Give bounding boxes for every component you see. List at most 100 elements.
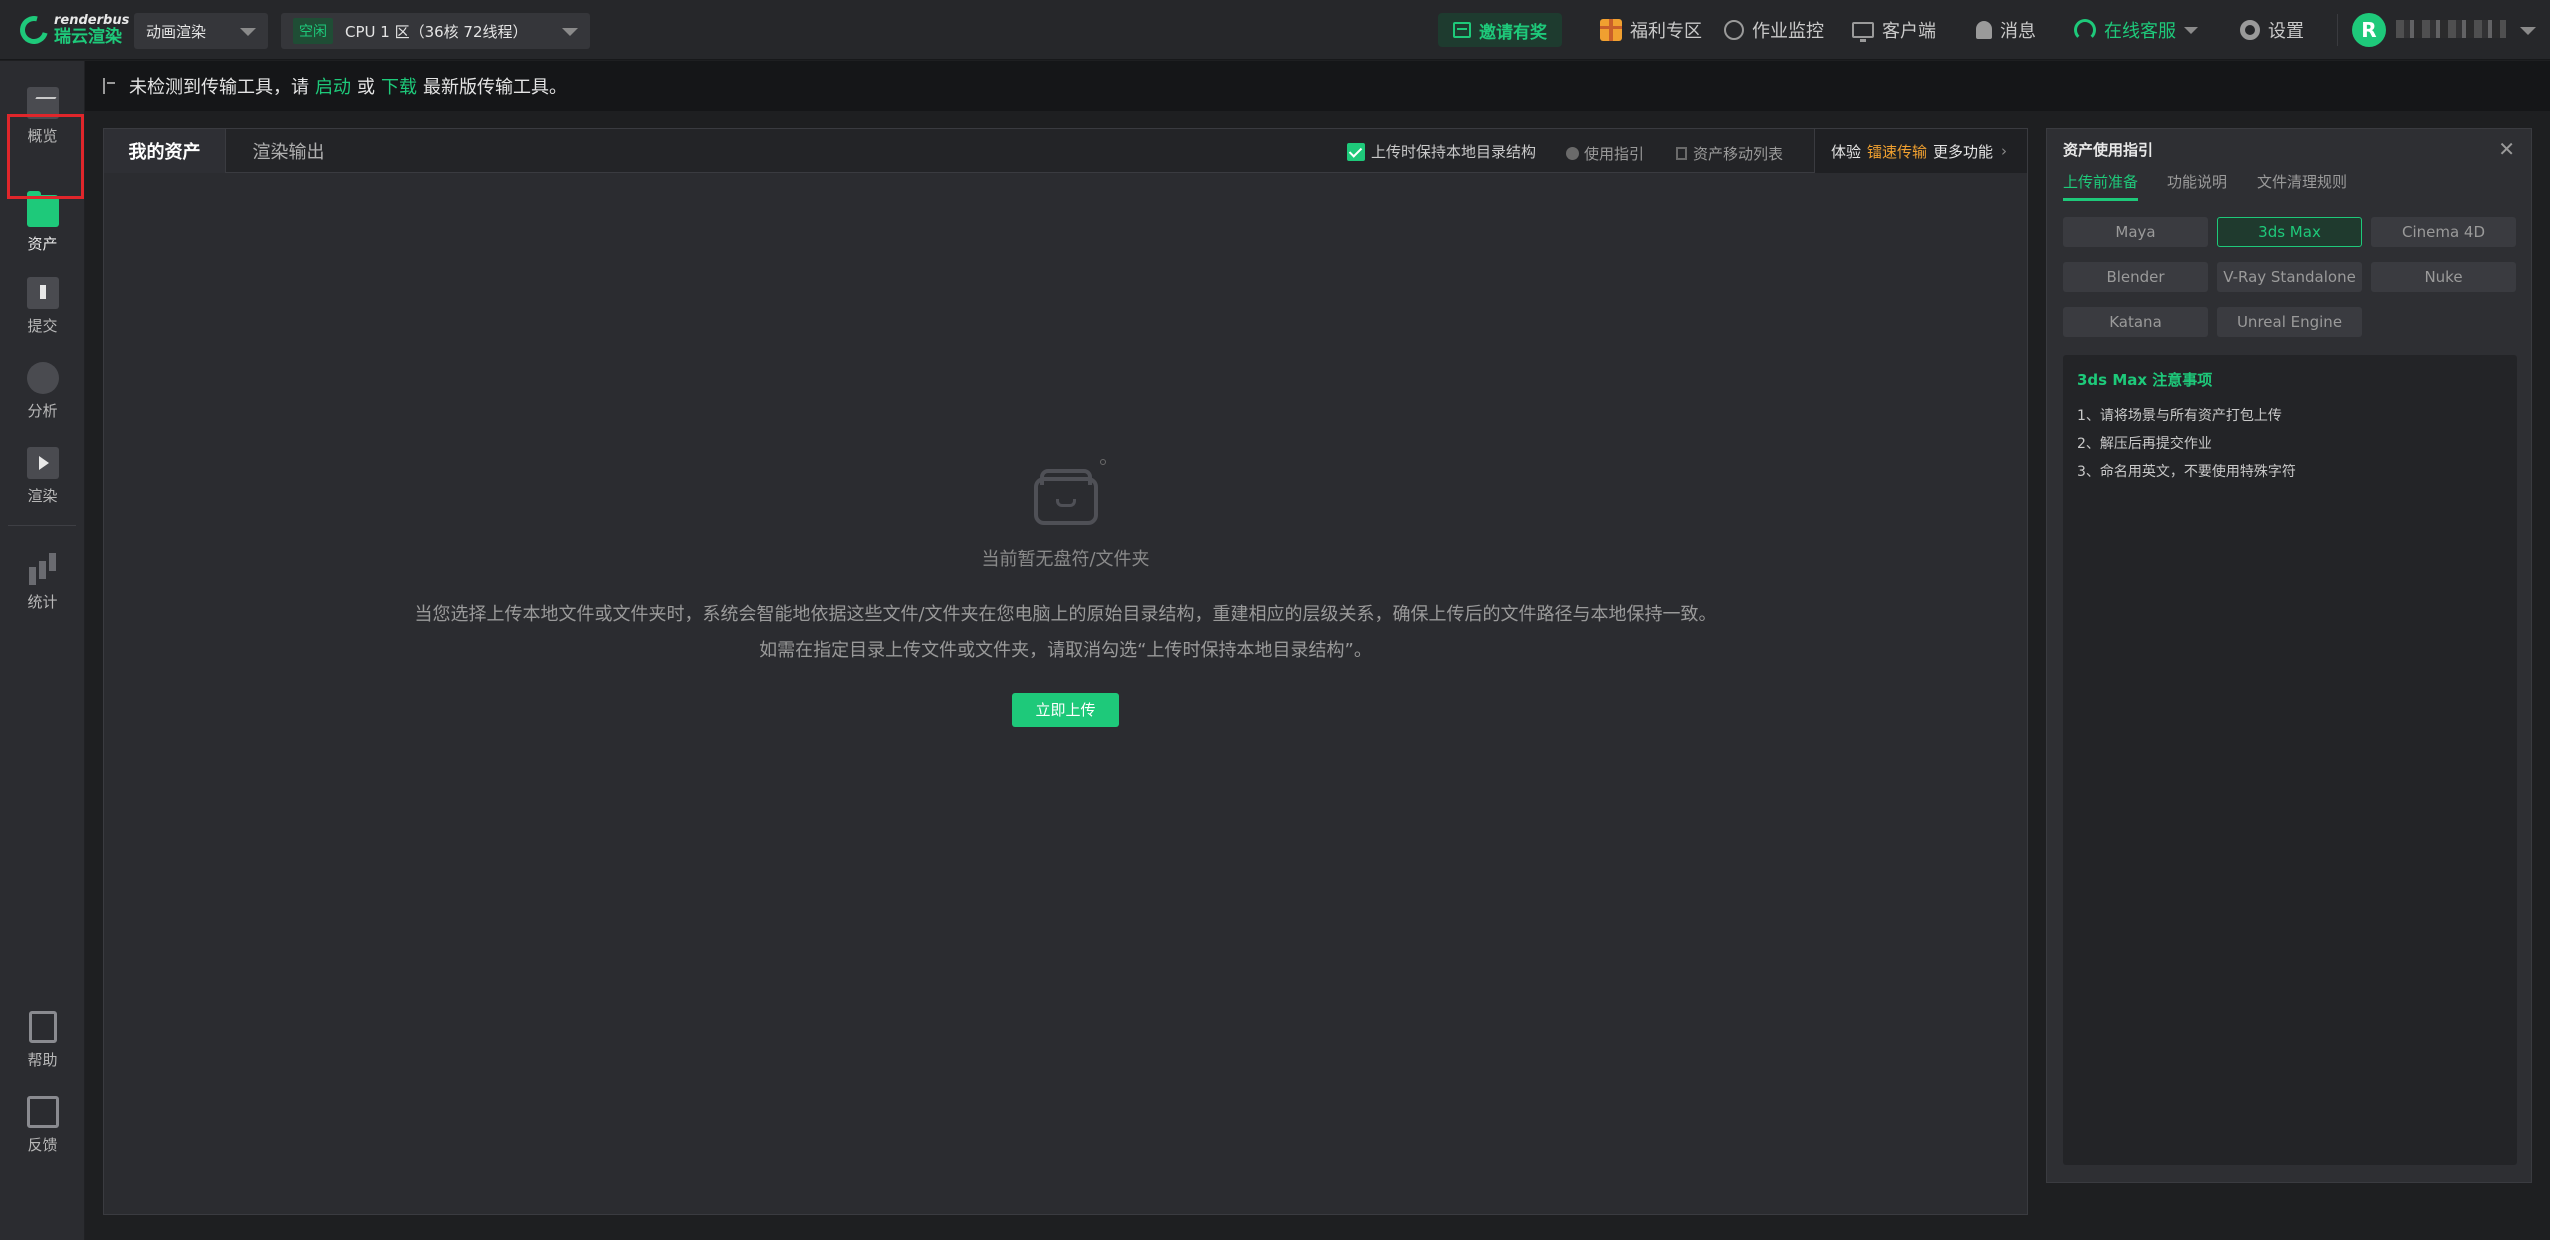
- logo-text-cn: 瑞云渲染: [54, 27, 122, 47]
- status-badge: 空闲: [293, 18, 333, 44]
- render-mode-value: 动画渲染: [146, 22, 207, 41]
- chevron-right-icon: ›: [2001, 142, 2008, 160]
- empty-desc-line-1: 当您选择上传本地文件或文件夹时，系统会智能地依据这些文件/文件夹在您电脑上的原始…: [414, 604, 1717, 625]
- sidebar-item-label: 分析: [27, 402, 58, 420]
- sidebar-item-submit[interactable]: 提交: [0, 277, 85, 336]
- sidebar-item-stats[interactable]: 统计: [0, 553, 85, 612]
- help-doc-icon: [28, 1011, 57, 1043]
- username-redacted[interactable]: [2396, 20, 2506, 38]
- notice-suffix: 最新版传输工具。: [423, 77, 567, 98]
- software-chip-3dsmax[interactable]: 3ds Max: [2217, 217, 2362, 247]
- asset-guide-panel: 资产使用指引 ✕ 上传前准备 功能说明 文件清理规则 Maya 3ds Max …: [2046, 128, 2532, 1183]
- software-chip-vray-standalone[interactable]: V-Ray Standalone: [2217, 262, 2362, 292]
- download-tool-link[interactable]: 下载: [381, 73, 417, 99]
- sidebar-item-label: 帮助: [27, 1051, 58, 1069]
- job-monitor-link[interactable]: 作业监控: [1724, 16, 1824, 44]
- notice-or: 或: [357, 77, 375, 98]
- try-prefix: 体验: [1831, 142, 1862, 161]
- usage-guide-label: 使用指引: [1584, 145, 1645, 163]
- empty-desc-line-2: 如需在指定目录上传文件或文件夹，请取消勾选“上传时保持本地目录结构”。: [759, 640, 1372, 661]
- asset-move-list-link[interactable]: 资产移动列表: [1676, 143, 1783, 164]
- usage-guide-link[interactable]: 使用指引: [1566, 143, 1644, 164]
- job-monitor-label: 作业监控: [1752, 21, 1824, 42]
- empty-state: 当前暂无盘符/文件夹 当您选择上传本地文件或文件夹时，系统会智能地依据这些文件/…: [104, 459, 2027, 727]
- software-chip-blender[interactable]: Blender: [2063, 262, 2208, 292]
- headset-icon: [2074, 19, 2096, 41]
- sidebar-item-label: 渲染: [27, 487, 58, 505]
- start-tool-link[interactable]: 启动: [315, 73, 351, 99]
- software-chip-maya[interactable]: Maya: [2063, 217, 2208, 247]
- invite-reward-button[interactable]: 邀请有奖: [1438, 13, 1562, 47]
- render-zone-select[interactable]: 空闲 CPU 1 区（36核 72线程）: [281, 13, 590, 49]
- sidebar-item-feedback[interactable]: 反馈: [0, 1096, 85, 1155]
- analysis-icon: [26, 362, 59, 394]
- tab-pre-upload[interactable]: 上传前准备: [2063, 171, 2139, 201]
- notes-line: 3、命名用英文，不要使用特殊字符: [2077, 464, 2296, 480]
- asset-move-list-label: 资产移动列表: [1693, 145, 1784, 163]
- guide-title: 资产使用指引: [2063, 141, 2154, 159]
- folder-icon: [26, 191, 59, 227]
- invite-icon: [1453, 22, 1471, 38]
- tab-my-assets[interactable]: 我的资产: [104, 129, 226, 173]
- user-avatar[interactable]: R: [2352, 13, 2386, 47]
- gift-icon: [1600, 19, 1622, 41]
- software-chip-nuke[interactable]: Nuke: [2371, 262, 2516, 292]
- render-mode-select[interactable]: 动画渲染: [134, 13, 268, 49]
- desktop-client-icon: [1852, 22, 1874, 42]
- tab-file-cleanup-rules[interactable]: 文件清理规则: [2257, 171, 2347, 201]
- online-support-link[interactable]: 在线客服: [2074, 16, 2198, 44]
- notes-line: 2、解压后再提交作业: [2077, 436, 2212, 452]
- keep-structure-checkbox[interactable]: [1347, 142, 1365, 161]
- empty-title: 当前暂无盘符/文件夹: [981, 549, 1150, 570]
- messages-label: 消息: [2000, 21, 2036, 42]
- software-chip-cinema4d[interactable]: Cinema 4D: [2371, 217, 2516, 247]
- active-item-highlight: [7, 114, 84, 199]
- close-icon[interactable]: ✕: [2498, 137, 2515, 161]
- chevron-down-icon: [562, 28, 578, 36]
- messages-link[interactable]: 消息: [1976, 16, 2036, 44]
- feedback-icon: [26, 1096, 59, 1128]
- software-chip-unreal-engine[interactable]: Unreal Engine: [2217, 307, 2362, 337]
- try-raysync-banner[interactable]: 体验 镭速传输 更多功能 ›: [1814, 129, 2027, 173]
- software-notes: 3ds Max 注意事项 1、请将场景与所有资产打包上传 2、解压后再提交作业 …: [2063, 355, 2517, 1165]
- tab-render-output[interactable]: 渲染输出: [226, 129, 351, 173]
- renderbus-logo[interactable]: renderbus 瑞云渲染: [14, 10, 130, 50]
- sidebar-item-label: 统计: [27, 593, 58, 611]
- sidebar-item-assets[interactable]: 资产: [0, 191, 85, 254]
- upload-now-button[interactable]: 立即上传: [1012, 693, 1119, 727]
- raysync-highlight: 镭速传输: [1867, 142, 1928, 161]
- sidebar-item-label: 提交: [27, 317, 58, 335]
- sidebar-item-label: 资产: [27, 235, 58, 253]
- keep-structure-option[interactable]: 上传时保持本地目录结构: [1347, 141, 1536, 162]
- settings-label: 设置: [2268, 21, 2304, 42]
- keep-structure-label: 上传时保持本地目录结构: [1371, 143, 1537, 161]
- try-suffix: 更多功能: [1933, 142, 1994, 161]
- left-sidebar: 概览 资产 提交 分析 渲染 统计 帮助 反馈: [0, 61, 85, 1240]
- support-label: 在线客服: [2104, 21, 2176, 42]
- software-chip-katana[interactable]: Katana: [2063, 307, 2208, 337]
- settings-link[interactable]: 设置: [2240, 16, 2304, 44]
- question-icon: [1566, 147, 1579, 160]
- transfer-tool-icon: [103, 78, 117, 94]
- tab-feature-description[interactable]: 功能说明: [2167, 171, 2227, 201]
- notes-title: 3ds Max 注意事项: [2077, 371, 2213, 389]
- sidebar-item-analysis[interactable]: 分析: [0, 362, 85, 421]
- sidebar-item-help[interactable]: 帮助: [0, 1011, 85, 1070]
- welfare-label: 福利专区: [1630, 21, 1702, 42]
- sidebar-item-label: 反馈: [27, 1136, 58, 1154]
- monitor-icon: [1724, 20, 1744, 40]
- logo-text-en: renderbus: [54, 13, 130, 28]
- welfare-link[interactable]: 福利专区: [1600, 16, 1702, 44]
- chevron-down-icon[interactable]: [2520, 27, 2536, 35]
- transfer-tool-notice: 未检测到传输工具，请 启动 或 下载 最新版传输工具。: [85, 61, 2550, 111]
- logo-icon: [14, 10, 54, 50]
- notes-line: 1、请将场景与所有资产打包上传: [2077, 408, 2282, 424]
- bell-icon: [1976, 21, 1992, 39]
- client-link[interactable]: 客户端: [1852, 16, 1936, 44]
- notice-prefix: 未检测到传输工具，请: [129, 77, 309, 98]
- sidebar-item-render[interactable]: 渲染: [0, 447, 85, 506]
- sidebar-divider: [8, 525, 76, 526]
- upload-icon: [26, 277, 59, 309]
- client-label: 客户端: [1882, 21, 1936, 42]
- invite-label: 邀请有奖: [1479, 22, 1547, 43]
